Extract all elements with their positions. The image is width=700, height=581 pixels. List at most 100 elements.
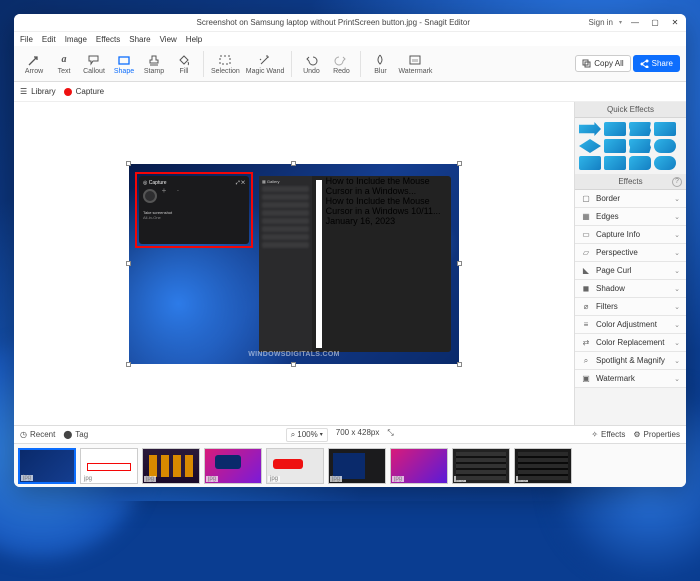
- minimize-button[interactable]: —: [628, 17, 642, 29]
- menu-share[interactable]: Share: [129, 35, 150, 44]
- quick-effect-arrow[interactable]: [579, 122, 601, 136]
- tray-thumb-1[interactable]: jpg: [18, 448, 76, 484]
- quick-effect-flat[interactable]: [579, 156, 601, 170]
- tray-thumb-7[interactable]: jpg: [390, 448, 448, 484]
- record-icon: [64, 88, 72, 96]
- resize-handle-sw[interactable]: [126, 362, 131, 367]
- right-panel: Quick Effects Effects?: [574, 102, 686, 425]
- sub-toolbar: ☰Library Capture: [14, 82, 686, 102]
- toolbar-separator: [360, 51, 361, 77]
- tool-magic-wand[interactable]: Magic Wand: [244, 53, 287, 75]
- zoom-control[interactable]: ⌕100%▾: [286, 428, 328, 442]
- tool-redo[interactable]: Redo: [327, 53, 355, 75]
- resize-handle-se[interactable]: [457, 362, 462, 367]
- quick-effects-grid: [575, 118, 686, 174]
- chevron-down-icon: ⌄: [674, 195, 680, 203]
- properties-toggle[interactable]: ⚙Properties: [633, 430, 680, 439]
- tag-icon: ⬤: [63, 430, 72, 439]
- tool-stamp[interactable]: Stamp: [140, 53, 168, 75]
- capture-button[interactable]: Capture: [64, 87, 104, 96]
- effects-title: Effects?: [575, 174, 686, 190]
- tray-thumb-2[interactable]: jpg: [80, 448, 138, 484]
- menu-help[interactable]: Help: [186, 35, 202, 44]
- resize-handle-n[interactable]: [291, 161, 296, 166]
- share-button[interactable]: Share: [633, 55, 680, 72]
- quick-effect-puzzle[interactable]: [629, 156, 651, 170]
- menu-edit[interactable]: Edit: [42, 35, 56, 44]
- effect-shadow[interactable]: ◼Shadow⌄: [575, 280, 686, 298]
- quick-effect-torn[interactable]: [629, 122, 651, 136]
- wand-icon: ✧: [591, 430, 598, 439]
- callout-icon: [87, 53, 101, 67]
- effect-page-curl[interactable]: ◣Page Curl⌄: [575, 262, 686, 280]
- tool-undo[interactable]: Undo: [297, 53, 325, 75]
- tray-thumb-6[interactable]: jpg: [328, 448, 386, 484]
- resize-handle-ne[interactable]: [457, 161, 462, 166]
- effect-watermark[interactable]: ▣Watermark⌄: [575, 370, 686, 388]
- effect-capture-info[interactable]: ▭Capture Info⌄: [575, 226, 686, 244]
- canvas-image: ◎ Capture⤢ ✕ +· Take screenshot All-in-O…: [129, 164, 459, 364]
- recent-button[interactable]: ◷Recent: [20, 430, 55, 439]
- quick-effects-title: Quick Effects: [575, 102, 686, 118]
- quick-effect-banner[interactable]: [604, 139, 626, 153]
- menubar: File Edit Image Effects Share View Help: [14, 32, 686, 46]
- resize-handle-icon[interactable]: ⤡: [387, 428, 393, 442]
- effect-spotlight-magnify[interactable]: ⌕Spotlight & Magnify⌄: [575, 352, 686, 370]
- resize-handle-e[interactable]: [457, 261, 462, 266]
- tool-fill[interactable]: Fill: [170, 53, 198, 75]
- resize-handle-w[interactable]: [126, 261, 131, 266]
- help-icon[interactable]: ?: [672, 177, 682, 187]
- tool-shape[interactable]: Shape: [110, 53, 138, 75]
- tray-thumb-8[interactable]: jpg: [452, 448, 510, 484]
- chevron-down-icon: ⌄: [674, 267, 680, 275]
- menu-image[interactable]: Image: [65, 35, 87, 44]
- tag-button[interactable]: ⬤Tag: [63, 430, 88, 439]
- tray-thumb-5[interactable]: jpg: [266, 448, 324, 484]
- canvas-area[interactable]: ◎ Capture⤢ ✕ +· Take screenshot All-in-O…: [14, 102, 574, 425]
- quick-effect-square[interactable]: [604, 156, 626, 170]
- effect-border[interactable]: ▢Border⌄: [575, 190, 686, 208]
- tool-arrow[interactable]: Arrow: [20, 53, 48, 75]
- copy-all-button[interactable]: Copy All: [575, 55, 630, 72]
- quick-effect-round[interactable]: [654, 139, 676, 153]
- tool-text[interactable]: aText: [50, 53, 78, 75]
- menu-file[interactable]: File: [20, 35, 33, 44]
- tray-thumb-3[interactable]: jpg: [142, 448, 200, 484]
- tool-selection[interactable]: Selection: [209, 53, 242, 75]
- quick-effect-rect[interactable]: [604, 122, 626, 136]
- signin-link[interactable]: Sign in: [589, 18, 613, 27]
- canvas-selection[interactable]: ◎ Capture⤢ ✕ +· Take screenshot All-in-O…: [129, 164, 459, 364]
- library-button[interactable]: ☰Library: [20, 87, 56, 96]
- menu-effects[interactable]: Effects: [96, 35, 120, 44]
- page-curl-icon: ◣: [581, 266, 591, 276]
- watermark-eff-icon: ▣: [581, 374, 591, 384]
- tool-callout[interactable]: Callout: [80, 53, 108, 75]
- tray-thumb-4[interactable]: jpg: [204, 448, 262, 484]
- maximize-button[interactable]: ▢: [648, 17, 662, 29]
- menu-view[interactable]: View: [160, 35, 177, 44]
- effect-filters[interactable]: ⌀Filters⌄: [575, 298, 686, 316]
- effect-perspective[interactable]: ▱Perspective⌄: [575, 244, 686, 262]
- effects-toggle[interactable]: ✧Effects: [591, 430, 625, 439]
- toolbar-separator: [203, 51, 204, 77]
- magnify-icon: ⌕: [581, 356, 591, 366]
- tool-blur[interactable]: Blur: [366, 53, 394, 75]
- quick-effect-jagged[interactable]: [629, 139, 651, 153]
- quick-effect-ellipse[interactable]: [654, 156, 676, 170]
- tray-thumb-9[interactable]: jpg: [514, 448, 572, 484]
- tool-watermark[interactable]: Watermark: [396, 53, 434, 75]
- effect-color-adjustment[interactable]: ≡Color Adjustment⌄: [575, 316, 686, 334]
- effect-edges[interactable]: ▦Edges⌄: [575, 208, 686, 226]
- embedded-gallery-panel: ▦ Gallery How to Include the Mouse Curso…: [259, 176, 451, 352]
- close-button[interactable]: ✕: [668, 17, 682, 29]
- adjust-icon: ≡: [581, 320, 591, 330]
- arrow-icon: [27, 53, 41, 67]
- image-watermark: WINDOWSDIGITALS.COM: [248, 351, 340, 358]
- resize-handle-s[interactable]: [291, 362, 296, 367]
- quick-effect-diamond[interactable]: [579, 139, 601, 153]
- quick-effect-solid[interactable]: [654, 122, 676, 136]
- resize-handle-nw[interactable]: [126, 161, 131, 166]
- toolbar-separator: [291, 51, 292, 77]
- clock-icon: ◷: [20, 430, 27, 439]
- effect-color-replacement[interactable]: ⇄Color Replacement⌄: [575, 334, 686, 352]
